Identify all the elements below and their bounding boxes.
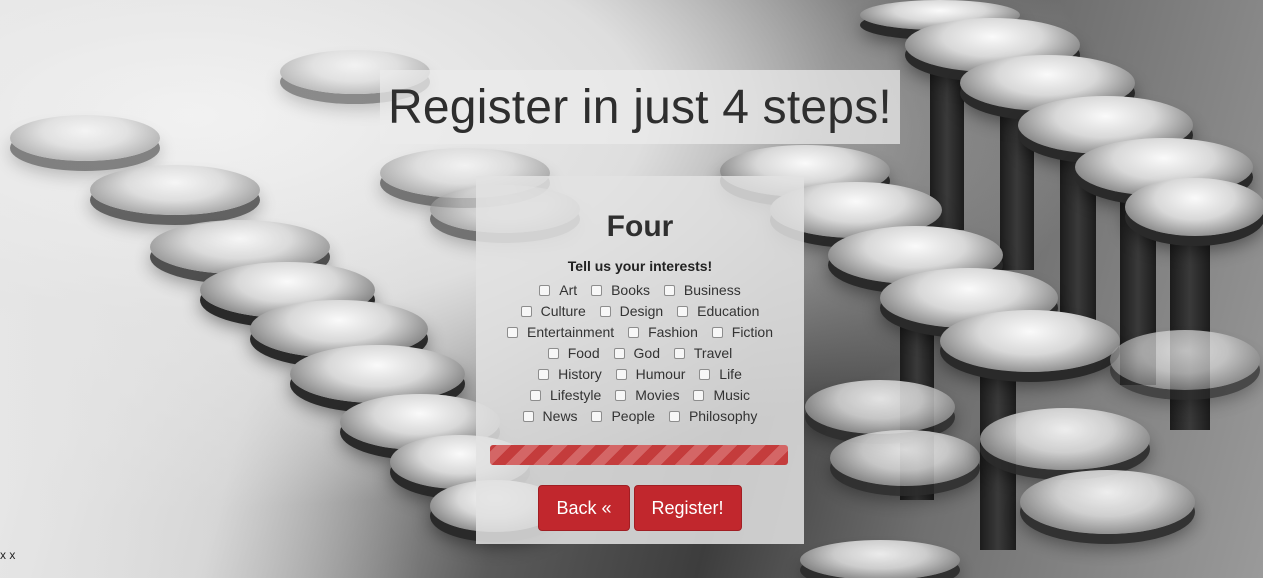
- checkbox[interactable]: [507, 327, 518, 338]
- interest-option-fashion[interactable]: Fashion: [628, 322, 698, 343]
- interest-option-business[interactable]: Business: [663, 280, 741, 301]
- checkbox[interactable]: [538, 369, 550, 380]
- checkbox[interactable]: [613, 348, 625, 359]
- interest-option-travel[interactable]: Travel: [673, 343, 733, 364]
- checkbox[interactable]: [520, 306, 532, 317]
- interest-option-books[interactable]: Books: [591, 280, 650, 301]
- interest-label: Music: [713, 387, 751, 403]
- interest-option-education[interactable]: Education: [677, 301, 759, 322]
- interests-row: Culture Design Education: [476, 301, 804, 322]
- checkbox[interactable]: [668, 411, 680, 422]
- step-title: Four: [606, 210, 674, 243]
- interest-label: Fiction: [731, 324, 773, 340]
- back-button[interactable]: Back «: [538, 485, 630, 531]
- interest-label: Fashion: [648, 324, 698, 340]
- registration-step-panel: Four Tell us your interests! Art Books B…: [476, 176, 804, 544]
- typewriter-key: [90, 165, 260, 215]
- interest-label: Life: [719, 366, 742, 382]
- interest-label: Travel: [693, 345, 733, 361]
- interest-label: Books: [611, 282, 650, 298]
- interests-row: Art Books Business: [476, 280, 804, 301]
- page-title-box: Register in just 4 steps!: [380, 70, 900, 144]
- register-button[interactable]: Register!: [633, 485, 742, 531]
- interest-label: Art: [559, 282, 578, 298]
- interest-option-fiction[interactable]: Fiction: [711, 322, 773, 343]
- typewriter-key: [980, 408, 1150, 470]
- interest-option-movies[interactable]: Movies: [615, 385, 680, 406]
- typewriter-key: [800, 540, 960, 578]
- interest-label: Culture: [540, 303, 586, 319]
- interest-label: Philosophy: [688, 408, 758, 424]
- typewriter-key: [1020, 470, 1195, 534]
- progress-bar-fill: [490, 445, 788, 465]
- corner-text: x x: [0, 548, 16, 562]
- page-title: Register in just 4 steps!: [388, 80, 892, 134]
- interests-row: Entertainment Fashion Fiction: [476, 322, 804, 343]
- interest-label: News: [542, 408, 578, 424]
- checkbox[interactable]: [547, 348, 559, 359]
- interest-label: Education: [697, 303, 760, 319]
- interest-option-design[interactable]: Design: [599, 301, 664, 322]
- interest-option-philosophy[interactable]: Philosophy: [668, 406, 758, 427]
- interest-option-music[interactable]: Music: [693, 385, 750, 406]
- checkbox[interactable]: [529, 390, 541, 401]
- typewriter-key: [1110, 330, 1260, 390]
- typewriter-key: [830, 430, 980, 486]
- interests-row: Food God Travel: [476, 343, 804, 364]
- checkbox[interactable]: [699, 369, 711, 380]
- checkbox[interactable]: [628, 327, 640, 338]
- interest-label: Lifestyle: [549, 387, 602, 403]
- typewriter-key: [805, 380, 955, 434]
- interest-label: History: [558, 366, 602, 382]
- interest-label: Movies: [635, 387, 680, 403]
- interest-label: Design: [619, 303, 664, 319]
- typewriter-key: [1125, 178, 1263, 236]
- interest-label: Entertainment: [527, 324, 615, 340]
- interest-option-god[interactable]: God: [613, 343, 660, 364]
- interest-option-humour[interactable]: Humour: [615, 364, 686, 385]
- checkbox[interactable]: [677, 306, 689, 317]
- interest-option-entertainment[interactable]: Entertainment: [507, 322, 614, 343]
- step-navigation: Back « Register!: [476, 485, 804, 531]
- checkbox[interactable]: [615, 369, 627, 380]
- typewriter-key: [10, 115, 160, 161]
- checkbox[interactable]: [711, 327, 723, 338]
- checkbox[interactable]: [673, 348, 685, 359]
- checkbox[interactable]: [591, 285, 603, 296]
- typewriter-key: [940, 310, 1120, 372]
- interest-label: People: [611, 408, 656, 424]
- interest-label: Humour: [635, 366, 686, 382]
- interest-option-life[interactable]: Life: [699, 364, 742, 385]
- interests-row: Lifestyle Movies Music: [476, 385, 804, 406]
- interest-label: Food: [567, 345, 600, 361]
- interest-option-art[interactable]: Art: [539, 280, 577, 301]
- interests-prompt: Tell us your interests!: [567, 258, 713, 274]
- progress-bar: [490, 445, 788, 465]
- interest-option-people[interactable]: People: [591, 406, 655, 427]
- interest-option-culture[interactable]: Culture: [520, 301, 586, 322]
- interests-row: History Humour Life: [476, 364, 804, 385]
- interest-label: Business: [683, 282, 741, 298]
- checkbox[interactable]: [591, 411, 603, 422]
- checkbox[interactable]: [615, 390, 627, 401]
- checkbox[interactable]: [522, 411, 534, 422]
- checkbox[interactable]: [663, 285, 675, 296]
- checkbox[interactable]: [539, 285, 551, 296]
- checkbox[interactable]: [599, 306, 611, 317]
- interest-option-lifestyle[interactable]: Lifestyle: [529, 385, 602, 406]
- checkbox[interactable]: [693, 390, 705, 401]
- interest-option-news[interactable]: News: [522, 406, 578, 427]
- interest-option-history[interactable]: History: [538, 364, 602, 385]
- interest-label: God: [633, 345, 660, 361]
- interest-option-food[interactable]: Food: [547, 343, 600, 364]
- interests-list: Art Books Business Culture Design Educat…: [476, 280, 804, 427]
- interests-row: News People Philosophy: [476, 406, 804, 427]
